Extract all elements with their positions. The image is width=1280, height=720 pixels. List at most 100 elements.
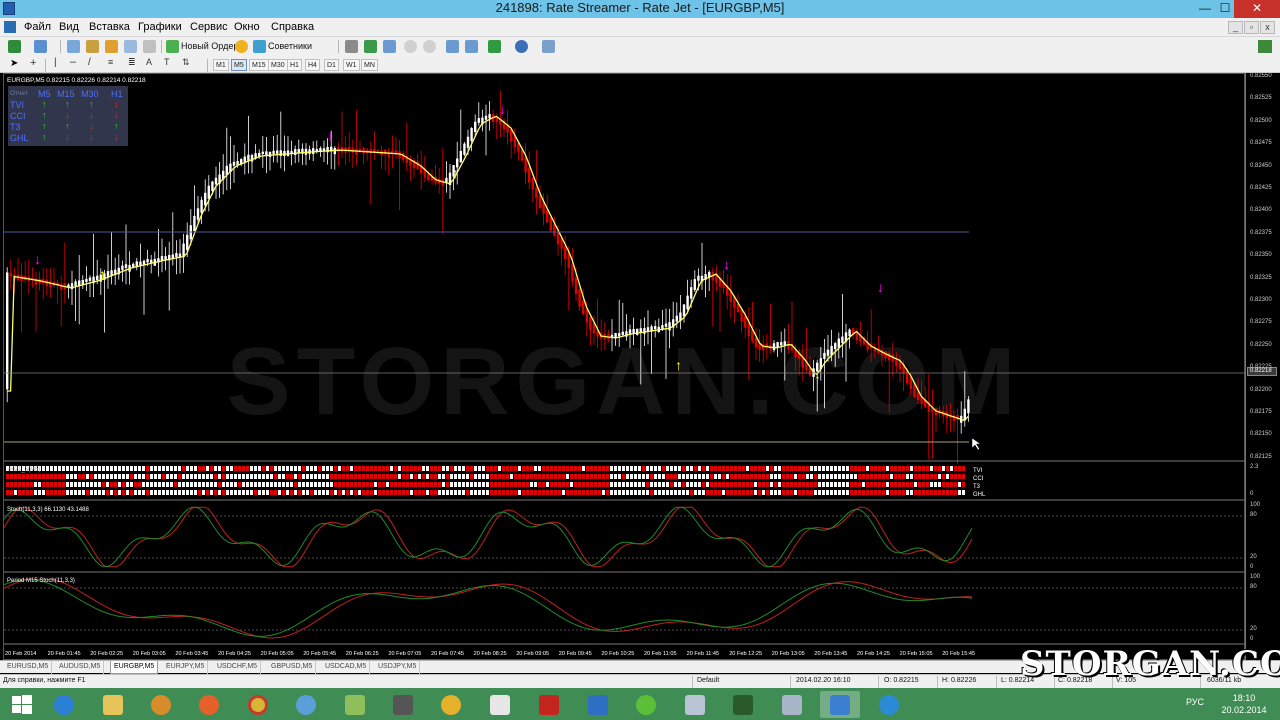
menu-tools[interactable]: Сервис xyxy=(190,21,228,33)
price-chart[interactable]: STORGAN.COM ↓↓↓↓↓↑↑↑↑ EURGBP,M5 0.82215 … xyxy=(4,74,1246,661)
experts-icon[interactable] xyxy=(253,40,266,53)
taskbar-app3[interactable] xyxy=(141,691,181,718)
data-window-icon[interactable] xyxy=(86,40,99,53)
taskbar-alpari[interactable] xyxy=(675,691,715,718)
new-order-button[interactable]: Новый Ордер xyxy=(181,41,238,51)
crosshair-icon[interactable]: + xyxy=(30,57,36,69)
matrix-cell xyxy=(374,466,377,471)
label-icon[interactable]: T xyxy=(164,57,170,67)
line-chart-icon[interactable] xyxy=(383,40,396,53)
tab-audusd[interactable]: AUDUSD,M5 xyxy=(56,661,105,674)
matrix-cell xyxy=(410,466,413,471)
matrix-cell xyxy=(402,474,405,479)
timeframe-m30[interactable]: M30 xyxy=(268,59,288,71)
taskbar-chrome[interactable] xyxy=(238,691,278,718)
tab-eurusd[interactable]: EURUSD,M5 xyxy=(4,661,53,674)
candlestick-icon[interactable] xyxy=(364,40,377,53)
comment-icon[interactable] xyxy=(1258,40,1272,53)
navigator-icon[interactable] xyxy=(105,40,118,53)
taskbar-app8[interactable] xyxy=(383,691,423,718)
menu-charts[interactable]: Графики xyxy=(138,21,182,33)
system-clock[interactable]: 18:10 20.02.2014 xyxy=(1214,692,1274,716)
new-chart-icon[interactable] xyxy=(8,40,21,53)
channel-icon[interactable]: ≡ xyxy=(108,57,113,67)
zoom-out-icon[interactable] xyxy=(423,40,436,53)
matrix-cell xyxy=(906,466,909,471)
taskbar-firefox[interactable] xyxy=(189,691,229,718)
periods-icon[interactable] xyxy=(515,40,528,53)
terminal-icon[interactable] xyxy=(124,40,137,53)
tab-usdchf[interactable]: USDCHF,M5 xyxy=(214,661,262,674)
new-order-icon[interactable] xyxy=(166,40,179,53)
timeframe-d1[interactable]: D1 xyxy=(324,59,339,71)
tab-usdcad[interactable]: USDCAD,M5 xyxy=(322,661,371,674)
matrix-cell xyxy=(74,490,77,495)
mdi-restore-button[interactable]: ▫ xyxy=(1244,21,1259,34)
taskbar-metatrader[interactable] xyxy=(820,691,860,718)
taskbar-app13[interactable] xyxy=(626,691,666,718)
tab-eurgbp[interactable]: EURGBP,M5 xyxy=(110,661,159,674)
candle-body xyxy=(834,343,837,350)
cursor-icon[interactable]: ➤ xyxy=(10,58,18,69)
matrix-cell xyxy=(230,466,233,471)
vertical-line-icon[interactable]: | xyxy=(54,57,57,68)
profiles-icon[interactable] xyxy=(34,40,47,53)
timeframe-h1[interactable]: H1 xyxy=(287,59,302,71)
taskbar-app18[interactable] xyxy=(869,691,909,718)
experts-button[interactable]: Советники xyxy=(268,41,312,51)
zoom-in-icon[interactable] xyxy=(404,40,417,53)
taskbar-app16[interactable] xyxy=(772,691,812,718)
metaeditor-icon[interactable] xyxy=(235,40,248,53)
chart-window[interactable]: STORGAN.COM ↓ ↓ ↓ ↓ ↓ ↑ ↑ ↑ ↑ EURGBP,M5 0.82215 … xyxy=(3,73,1246,661)
market-watch-icon[interactable] xyxy=(67,40,80,53)
tab-gbpusd[interactable]: GBPUSD,M5 xyxy=(268,661,317,674)
chart-shift-icon[interactable] xyxy=(465,40,478,53)
language-indicator[interactable]: РУС xyxy=(1186,697,1204,707)
timeframe-m15[interactable]: M15 xyxy=(249,59,269,71)
timeframe-m5[interactable]: M5 xyxy=(231,59,247,71)
matrix-cell xyxy=(614,482,617,487)
matrix-cell xyxy=(302,490,305,495)
close-button[interactable]: ✕ xyxy=(1234,0,1280,18)
taskbar-explorer[interactable] xyxy=(93,691,133,718)
trendline-icon[interactable]: / xyxy=(88,57,91,68)
time-label: 20 Feb 12:25 xyxy=(729,651,762,657)
taskbar-app10[interactable] xyxy=(480,691,520,718)
taskbar-app9[interactable] xyxy=(431,691,471,718)
taskbar-app7[interactable] xyxy=(335,691,375,718)
menu-help[interactable]: Справка xyxy=(271,21,314,33)
matrix-cell xyxy=(930,466,933,471)
menu-file[interactable]: Файл xyxy=(24,21,51,33)
timeframe-w1[interactable]: W1 xyxy=(343,59,360,71)
tab-usdjpy[interactable]: USDJPY,M5 xyxy=(375,661,421,674)
mdi-minimize-button[interactable]: _ xyxy=(1228,21,1243,34)
chart-window-icon[interactable] xyxy=(4,21,16,33)
timeframe-mn[interactable]: MN xyxy=(361,59,378,71)
matrix-cell xyxy=(434,474,437,479)
bar-chart-icon[interactable] xyxy=(345,40,358,53)
taskbar-app12[interactable] xyxy=(578,691,618,718)
timeframe-h4[interactable]: H4 xyxy=(305,59,320,71)
timeframe-m1[interactable]: M1 xyxy=(213,59,229,71)
taskbar-safari[interactable] xyxy=(286,691,326,718)
matrix-cell xyxy=(886,474,889,479)
matrix-cell xyxy=(446,466,449,471)
tester-icon[interactable] xyxy=(143,40,156,53)
indicators-icon[interactable] xyxy=(488,40,501,53)
horizontal-line-icon[interactable]: – xyxy=(70,56,76,68)
menu-window[interactable]: Окно xyxy=(234,21,260,33)
templates-icon[interactable] xyxy=(542,40,555,53)
text-icon[interactable]: A xyxy=(146,57,152,67)
arrows-icon[interactable]: ⇅ xyxy=(182,57,190,68)
taskbar-app15[interactable] xyxy=(723,691,763,718)
menu-insert[interactable]: Вставка xyxy=(89,21,130,33)
tab-eurjpy[interactable]: EURJPY,M5 xyxy=(163,661,209,674)
taskbar-ie[interactable] xyxy=(44,691,84,718)
mdi-close-button[interactable]: x xyxy=(1260,21,1275,34)
start-button[interactable] xyxy=(2,691,42,718)
menu-view[interactable]: Вид xyxy=(59,21,79,33)
matrix-cell xyxy=(670,490,673,495)
auto-scroll-icon[interactable] xyxy=(446,40,459,53)
fibonacci-icon[interactable]: ≣ xyxy=(128,57,136,68)
taskbar-filezilla[interactable] xyxy=(529,691,569,718)
